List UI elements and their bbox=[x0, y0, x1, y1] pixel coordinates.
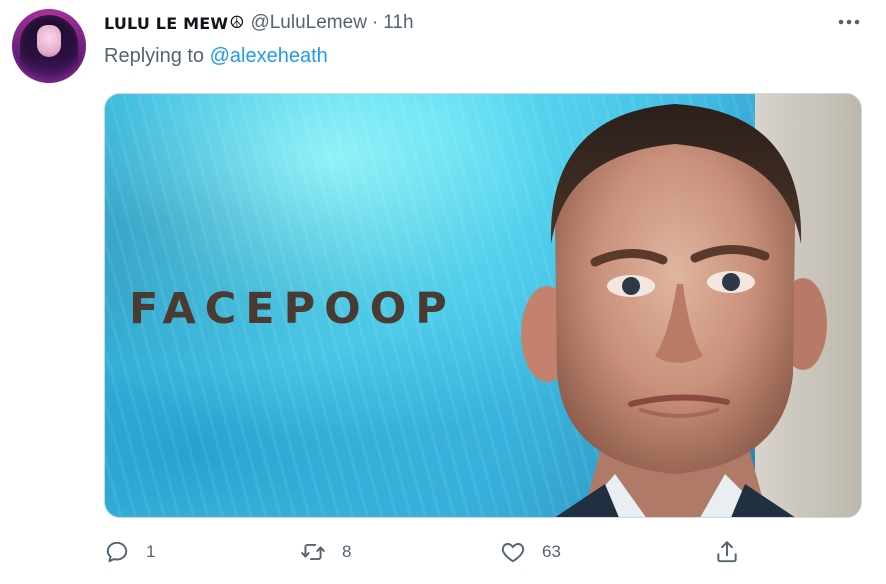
heart-icon bbox=[501, 543, 525, 563]
share-icon bbox=[717, 541, 737, 563]
like-count: 63 bbox=[542, 542, 561, 561]
tweet-actions: 1 8 63 bbox=[104, 536, 764, 568]
tweet[interactable]: LULU LE MEW ☮ @LuluLemew · 11h Replying … bbox=[0, 0, 886, 584]
tweet-image[interactable]: FACEPOOP bbox=[104, 93, 862, 518]
tweet-header: LULU LE MEW ☮ @LuluLemew · 11h bbox=[104, 11, 414, 35]
replying-to-label: Replying to bbox=[104, 45, 205, 67]
retweet-button[interactable]: 8 bbox=[300, 536, 351, 568]
more-button[interactable] bbox=[834, 10, 864, 34]
replying-to: Replying to @alexeheath bbox=[104, 45, 328, 68]
image-overlay-text: FACEPOOP bbox=[129, 284, 456, 334]
portrait-illustration bbox=[521, 94, 861, 517]
peace-emoji: ☮ bbox=[229, 13, 245, 32]
timestamp[interactable]: 11h bbox=[383, 12, 413, 34]
more-icon bbox=[838, 19, 860, 25]
reply-button[interactable]: 1 bbox=[104, 536, 155, 568]
retweet-icon bbox=[301, 543, 325, 561]
reply-icon bbox=[106, 541, 128, 563]
retweet-count: 8 bbox=[342, 542, 352, 561]
share-button[interactable] bbox=[714, 536, 740, 568]
reply-count: 1 bbox=[146, 542, 156, 561]
avatar[interactable] bbox=[12, 9, 86, 83]
separator-dot: · bbox=[371, 12, 379, 33]
user-handle[interactable]: @LuluLemew bbox=[250, 12, 366, 34]
display-name[interactable]: LULU LE MEW bbox=[104, 14, 228, 33]
avatar-glow bbox=[12, 9, 86, 83]
reply-mention-link[interactable]: @alexeheath bbox=[210, 45, 328, 67]
like-button[interactable]: 63 bbox=[500, 536, 561, 568]
